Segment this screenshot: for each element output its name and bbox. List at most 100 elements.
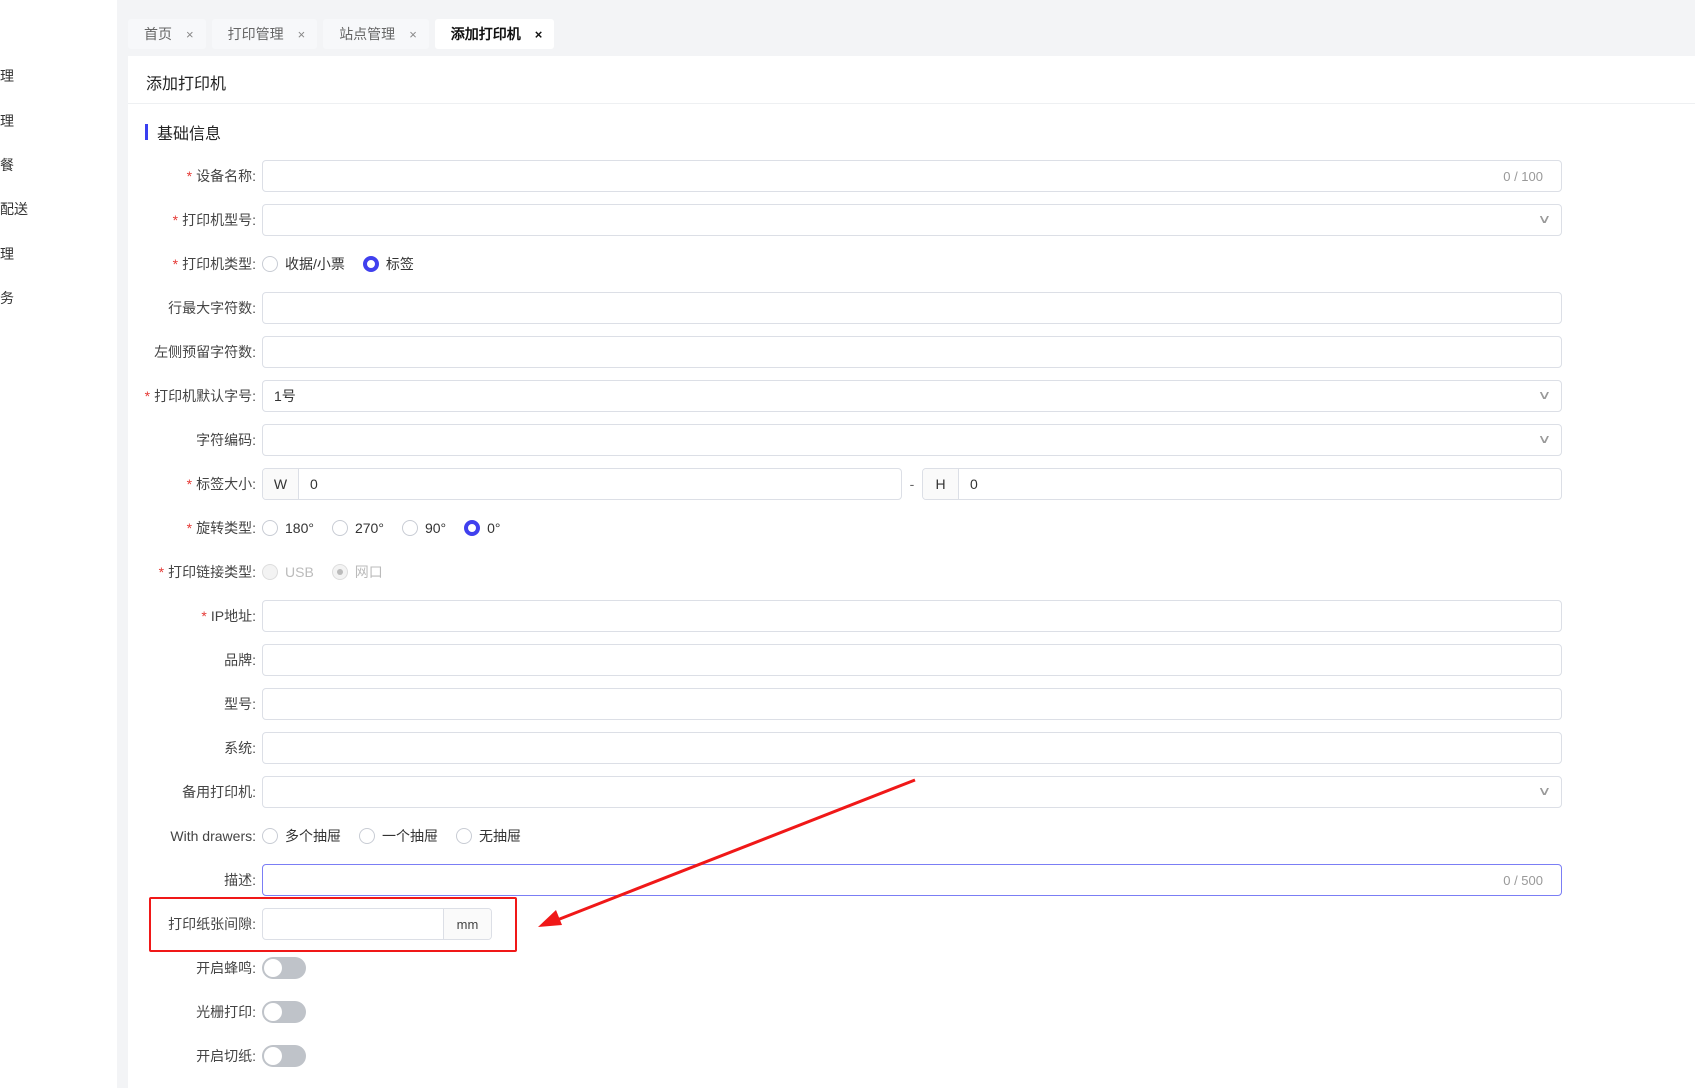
printer-model-select[interactable]: ∨ bbox=[262, 204, 1562, 236]
beep-toggle[interactable] bbox=[262, 957, 306, 979]
width-prefix: W bbox=[263, 469, 299, 499]
link-type-radio-group: USB 网口 bbox=[262, 562, 383, 582]
char-counter: 0 / 500 bbox=[1503, 873, 1543, 888]
printer-type-radio-group: 收据/小票 标签 bbox=[262, 254, 414, 274]
ip-input[interactable] bbox=[262, 600, 1562, 632]
radio-multiple-drawers[interactable]: 多个抽屉 bbox=[262, 826, 341, 846]
chevron-down-icon: ∨ bbox=[1537, 784, 1552, 798]
radio-circle[interactable] bbox=[262, 828, 278, 844]
tab-add-printer[interactable]: 添加打印机 × bbox=[434, 19, 555, 49]
drawers-radio-group: 多个抽屉 一个抽屉 无抽屉 bbox=[262, 826, 521, 846]
cutter-label: 开启切纸: bbox=[196, 1048, 256, 1064]
raster-toggle[interactable] bbox=[262, 1001, 306, 1023]
radio-circle[interactable] bbox=[401, 520, 418, 536]
default-font-value: 1号 bbox=[274, 388, 296, 404]
rotation-label: 旋转类型: bbox=[196, 520, 256, 536]
row-rotation: * 旋转类型: 180° 270° 90° 0° bbox=[128, 512, 1568, 544]
close-icon[interactable]: × bbox=[409, 27, 417, 42]
tab-label: 添加打印机 bbox=[450, 26, 521, 42]
sidebar-item-6[interactable]: 务 bbox=[0, 288, 14, 308]
encoding-select[interactable]: ∨ bbox=[262, 424, 1562, 456]
radio-circle[interactable] bbox=[331, 520, 348, 536]
sidebar-item-5[interactable]: 理 bbox=[0, 244, 14, 264]
chevron-down-icon: ∨ bbox=[1537, 388, 1552, 402]
height-value: 0 bbox=[970, 476, 978, 492]
sidebar-item-2[interactable]: 理 bbox=[0, 111, 14, 131]
radio-0[interactable]: 0° bbox=[464, 520, 501, 536]
row-link-type: * 打印链接类型: USB 网口 bbox=[128, 556, 1568, 588]
radio-circle-checked[interactable] bbox=[464, 520, 481, 536]
max-chars-label: 行最大字符数: bbox=[168, 300, 256, 316]
height-input[interactable]: H 0 bbox=[922, 468, 1562, 500]
model-input[interactable] bbox=[262, 688, 1562, 720]
max-chars-input[interactable] bbox=[262, 292, 1562, 324]
required-mark: * bbox=[186, 168, 193, 184]
radio-network: 网口 bbox=[331, 562, 383, 582]
height-prefix: H bbox=[923, 469, 959, 499]
backup-printer-select[interactable]: ∨ bbox=[262, 776, 1562, 808]
row-label-size: * 标签大小: W 0 - H 0 bbox=[128, 468, 1568, 500]
tab-print-management[interactable]: 打印管理 × bbox=[211, 19, 318, 49]
row-encoding: 字符编码: ∨ bbox=[128, 424, 1568, 456]
tab-label: 站点管理 bbox=[339, 26, 396, 42]
radio-one-drawer[interactable]: 一个抽屉 bbox=[359, 826, 438, 846]
row-backup-printer: 备用打印机: ∨ bbox=[128, 776, 1568, 808]
radio-circle[interactable] bbox=[262, 256, 278, 272]
printer-model-label: 打印机型号: bbox=[182, 212, 256, 228]
tab-site-management[interactable]: 站点管理 × bbox=[323, 19, 429, 49]
brand-input[interactable] bbox=[262, 644, 1562, 676]
radio-receipt[interactable]: 收据/小票 bbox=[262, 254, 345, 274]
row-left-reserved: 左侧预留字符数: bbox=[128, 336, 1568, 368]
annotation-highlight-box bbox=[149, 897, 517, 952]
system-label: 系统: bbox=[224, 740, 256, 756]
row-printer-type: * 打印机类型: 收据/小票 标签 bbox=[128, 248, 1568, 280]
tab-home[interactable]: 首页 × bbox=[128, 19, 206, 49]
cutter-toggle[interactable] bbox=[262, 1045, 306, 1067]
encoding-label: 字符编码: bbox=[196, 432, 256, 448]
radio-circle[interactable] bbox=[359, 828, 375, 844]
radio-usb: USB bbox=[262, 564, 314, 580]
sidebar-item-3[interactable]: 餐 bbox=[0, 155, 14, 175]
description-input[interactable]: 0 / 500 bbox=[262, 864, 1562, 896]
default-font-label: 打印机默认字号: bbox=[154, 388, 256, 404]
label-size-label: 标签大小: bbox=[196, 476, 256, 492]
backup-printer-label: 备用打印机: bbox=[182, 784, 256, 800]
radio-270[interactable]: 270° bbox=[331, 520, 384, 536]
radio-circle[interactable] bbox=[456, 828, 472, 844]
row-max-chars: 行最大字符数: bbox=[128, 292, 1568, 324]
tab-bar: 首页 × 打印管理 × 站点管理 × 添加打印机 × bbox=[128, 17, 555, 55]
chevron-down-icon: ∨ bbox=[1537, 212, 1552, 226]
device-name-input[interactable]: 0 / 100 bbox=[262, 160, 1562, 192]
left-reserved-input[interactable] bbox=[262, 336, 1562, 368]
left-reserved-label: 左侧预留字符数: bbox=[154, 344, 256, 360]
width-input[interactable]: W 0 bbox=[262, 468, 902, 500]
section-accent-bar bbox=[145, 124, 148, 140]
model-label: 型号: bbox=[224, 696, 256, 712]
char-counter: 0 / 100 bbox=[1503, 169, 1543, 184]
radio-circle-checked[interactable] bbox=[362, 256, 379, 272]
row-brand: 品牌: bbox=[128, 644, 1568, 676]
page-title: 添加打印机 bbox=[146, 76, 227, 93]
radio-no-drawer[interactable]: 无抽屉 bbox=[456, 826, 521, 846]
sidebar-item-1[interactable]: 理 bbox=[0, 66, 14, 86]
radio-label[interactable]: 标签 bbox=[362, 254, 414, 274]
close-icon[interactable]: × bbox=[298, 27, 306, 42]
radio-circle[interactable] bbox=[262, 520, 278, 536]
required-mark: * bbox=[172, 212, 179, 228]
close-icon[interactable]: × bbox=[186, 27, 194, 42]
sidebar-item-4[interactable]: 配送 bbox=[0, 199, 28, 219]
required-mark: * bbox=[158, 564, 165, 580]
tab-label: 打印管理 bbox=[227, 26, 284, 42]
radio-90[interactable]: 90° bbox=[401, 520, 446, 536]
default-font-select[interactable]: 1号 ∨ bbox=[262, 380, 1562, 412]
sidebar: 理 理 餐 配送 理 务 bbox=[0, 0, 117, 1088]
radio-circle-disabled bbox=[262, 564, 278, 580]
system-input[interactable] bbox=[262, 732, 1562, 764]
close-icon[interactable]: × bbox=[535, 27, 543, 42]
row-drawers: With drawers: 多个抽屉 一个抽屉 无抽屉 bbox=[128, 820, 1568, 852]
row-system: 系统: bbox=[128, 732, 1568, 764]
rotation-radio-group: 180° 270° 90° 0° bbox=[262, 520, 501, 536]
link-type-label: 打印链接类型: bbox=[168, 564, 256, 580]
required-mark: * bbox=[186, 520, 193, 536]
radio-180[interactable]: 180° bbox=[262, 520, 314, 536]
